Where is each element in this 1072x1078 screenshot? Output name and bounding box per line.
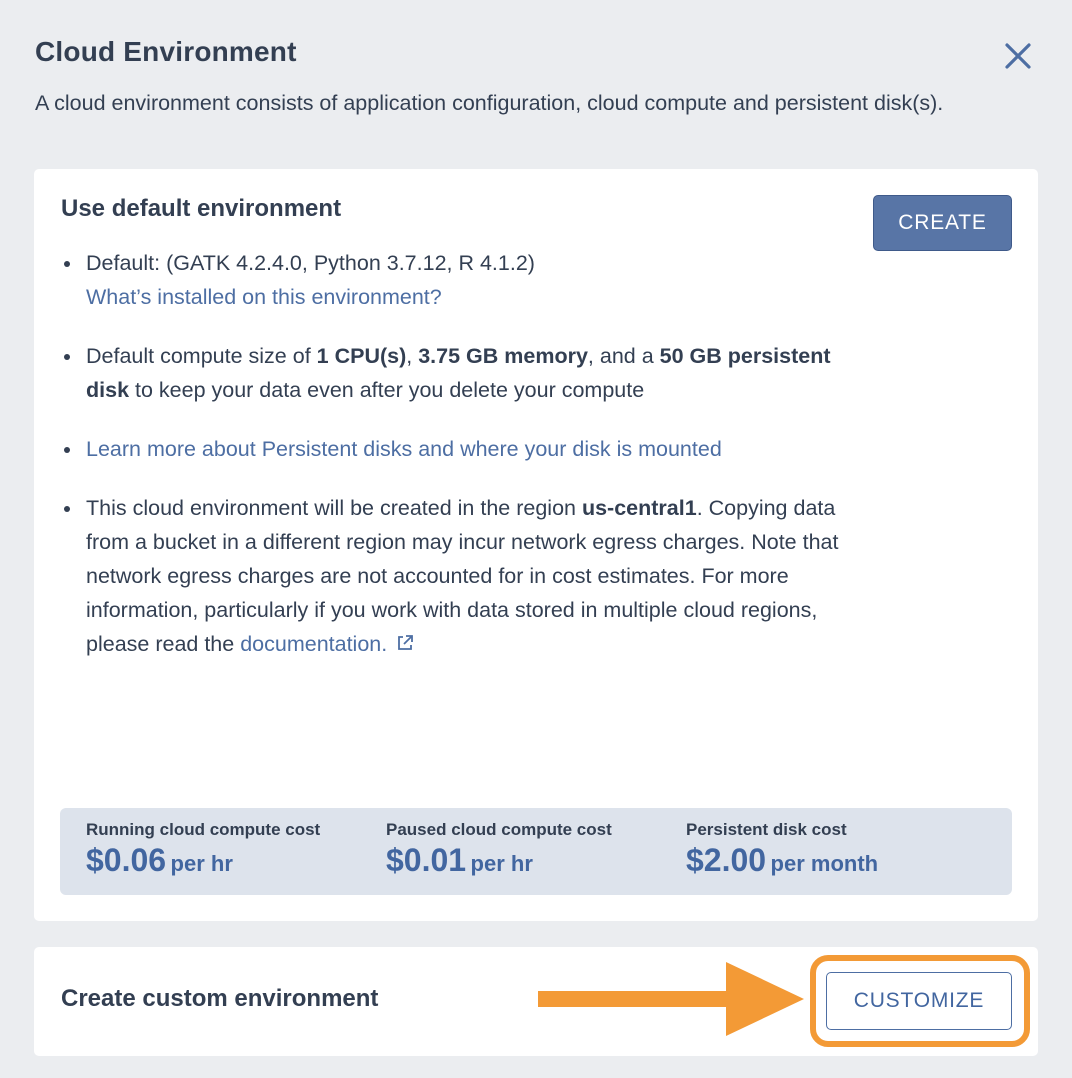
default-versions-text: Default: (GATK 4.2.4.0, Python 3.7.12, R… (86, 251, 535, 275)
persistent-disk-link[interactable]: Learn more about Persistent disks and wh… (86, 437, 722, 461)
region-value: us-central1 (581, 496, 697, 520)
compute-text-2: , (406, 344, 419, 368)
disk-cost-label: Persistent disk cost (686, 820, 847, 839)
customize-button[interactable]: CUSTOMIZE (826, 972, 1012, 1030)
list-item: Default compute size of 1 CPU(s), 3.75 G… (64, 339, 846, 407)
compute-text-4: to keep your data even after you delete … (129, 378, 645, 402)
region-text-2: . Copying data from a bucket in a differ… (86, 496, 839, 656)
running-cost-amount: $0.06 (86, 842, 167, 878)
list-item: Learn more about Persistent disks and wh… (64, 432, 846, 466)
disk-cost: Persistent disk cost $2.00 per month (686, 820, 878, 879)
documentation-link-label: documentation. (240, 632, 388, 656)
documentation-link[interactable]: documentation. (240, 632, 415, 656)
create-button[interactable]: CREATE (873, 195, 1012, 251)
paused-cost-amount: $0.01 (386, 842, 467, 878)
external-link-icon (398, 635, 414, 650)
default-environment-title: Use default environment (61, 195, 342, 222)
page-description: A cloud environment consists of applicat… (35, 91, 944, 115)
compute-text-1: Default compute size of (86, 344, 317, 368)
whats-installed-link[interactable]: What’s installed on this environment? (86, 285, 442, 309)
arrow-right-icon (538, 962, 804, 1036)
paused-cost-label: Paused cloud compute cost (386, 820, 612, 839)
custom-environment-title: Create custom environment (61, 985, 379, 1012)
default-environment-card: Use default environment CREATE Default: … (34, 169, 1038, 921)
cpu-value: 1 CPU(s) (316, 344, 407, 368)
running-cost-unit: per hr (170, 851, 233, 876)
default-environment-details: Default: (GATK 4.2.4.0, Python 3.7.12, R… (64, 246, 846, 686)
close-icon (1005, 43, 1031, 69)
list-item: Default: (GATK 4.2.4.0, Python 3.7.12, R… (64, 246, 846, 314)
page-title: Cloud Environment (35, 36, 297, 67)
cost-summary: Running cloud compute cost $0.06 per hr … (60, 808, 1012, 895)
close-button[interactable] (1000, 38, 1036, 74)
region-text-1: This cloud environment will be created i… (86, 496, 582, 520)
disk-cost-unit: per month (770, 851, 879, 876)
paused-cost-unit: per hr (470, 851, 533, 876)
disk-cost-amount: $2.00 (686, 842, 767, 878)
compute-text-3: , and a (587, 344, 660, 368)
list-item: This cloud environment will be created i… (64, 491, 846, 661)
memory-value: 3.75 GB memory (418, 344, 588, 368)
running-cost-label: Running cloud compute cost (86, 820, 321, 839)
running-cost: Running cloud compute cost $0.06 per hr (86, 820, 320, 879)
paused-cost: Paused cloud compute cost $0.01 per hr (386, 820, 612, 879)
